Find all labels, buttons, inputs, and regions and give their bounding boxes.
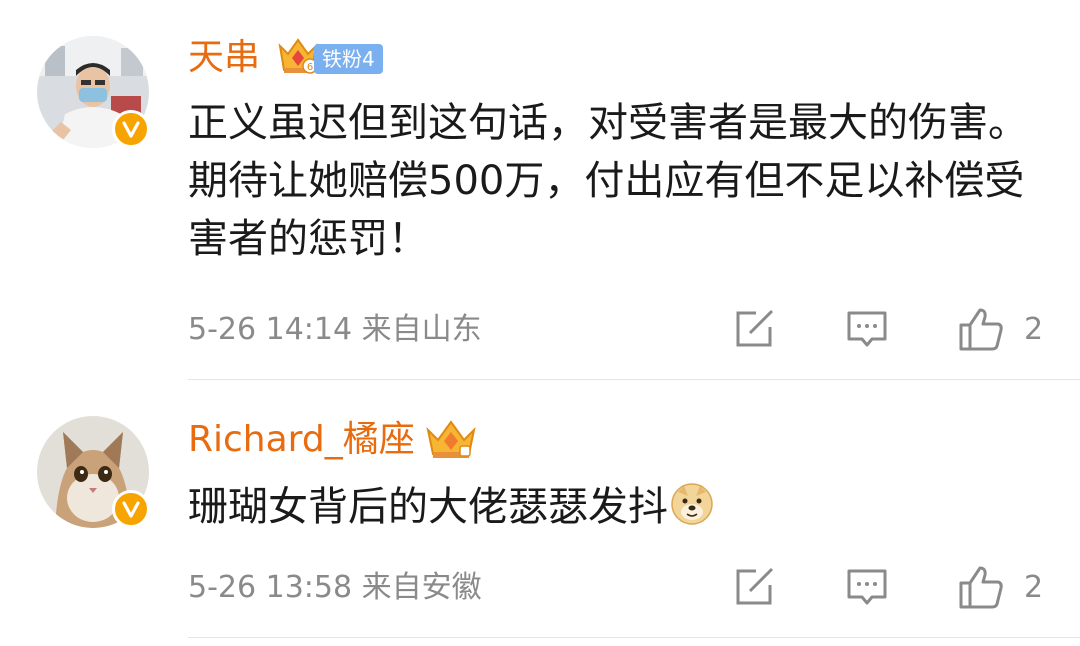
comment-text-content: 珊瑚女背后的大佬瑟瑟发抖 <box>188 484 668 530</box>
fan-badge: 铁粉4 <box>314 44 383 74</box>
doge-emoji-icon <box>670 482 714 542</box>
location: 来自山东 <box>361 312 482 347</box>
comment-text: 珊瑚女背后的大佬瑟瑟发抖 <box>188 478 1048 542</box>
reply-icon[interactable] <box>846 567 888 613</box>
reply-icon[interactable] <box>846 309 888 355</box>
crown-icon <box>424 418 478 466</box>
forward-icon[interactable] <box>734 309 776 353</box>
like-count: 2 <box>1024 312 1044 347</box>
username[interactable]: 天串 <box>188 36 260 80</box>
comment-text: 正义虽迟但到这句话，对受害者是最大的伤害。期待让她赔偿500万，付出应有但不足以… <box>188 100 1028 262</box>
divider <box>188 637 1080 638</box>
location: 来自安徽 <box>361 570 482 605</box>
comment-meta: 5-26 14:14 来自山东 <box>188 312 482 348</box>
username[interactable]: Richard_橘座 <box>188 418 415 462</box>
verified-icon <box>112 490 150 528</box>
like-count: 2 <box>1024 570 1044 605</box>
like-icon[interactable] <box>958 565 1004 613</box>
verified-icon <box>112 110 150 148</box>
svg-text:6: 6 <box>307 62 313 73</box>
comment-item: Richard_橘座 珊瑚女背后的大佬瑟瑟发抖 5-26 13:58 来自安徽 <box>0 380 1080 646</box>
like-icon[interactable] <box>958 307 1004 355</box>
forward-icon[interactable] <box>734 567 776 611</box>
timestamp: 5-26 13:58 <box>188 570 353 605</box>
comment-meta: 5-26 13:58 来自安徽 <box>188 570 482 606</box>
comment-item: 天串 6 铁粉4 正义虽迟但到这句话，对受害者是最大的伤害。期待让她赔偿500万… <box>0 0 1080 380</box>
timestamp: 5-26 14:14 <box>188 312 353 347</box>
